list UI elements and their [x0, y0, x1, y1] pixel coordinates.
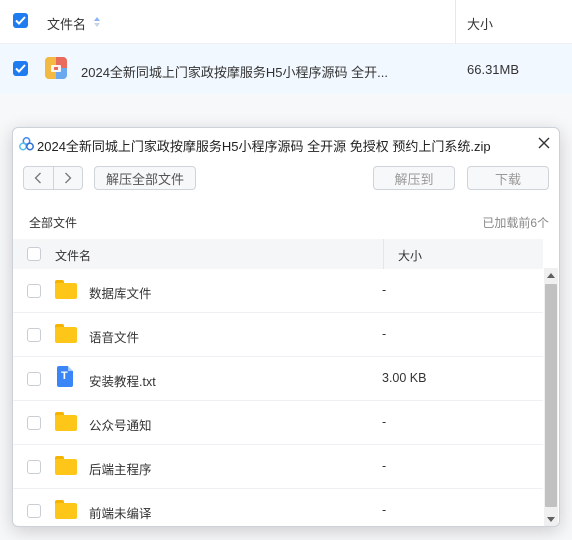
row-checkbox[interactable] — [27, 328, 41, 342]
file-list-header: 文件名 大小 — [0, 0, 572, 44]
text-file-icon: T — [57, 366, 73, 387]
list-item[interactable]: 后端主程序 - — [13, 445, 543, 489]
row-checkbox[interactable] — [27, 416, 41, 430]
history-nav — [23, 166, 83, 190]
file-name: 安装教程.txt — [89, 375, 156, 389]
archive-file-name[interactable]: 2024全新同城上门家政按摩服务H5小程序源码 全开... — [81, 62, 388, 81]
close-icon[interactable] — [537, 136, 551, 150]
folder-icon — [55, 324, 77, 344]
size-column-header[interactable]: 大小 — [467, 14, 493, 33]
dialog-title: 2024全新同城上门家政按摩服务H5小程序源码 全开源 免授权 预约上门系统.z… — [37, 139, 491, 154]
scrollbar-thumb[interactable] — [545, 284, 557, 507]
file-name: 前端未编译 — [89, 507, 152, 521]
file-name: 公众号通知 — [89, 419, 152, 433]
row-checkbox[interactable] — [27, 460, 41, 474]
column-divider — [383, 239, 384, 269]
zip-archive-icon — [45, 57, 67, 79]
extract-to-button[interactable]: 解压到 — [373, 166, 455, 190]
file-size: - — [382, 327, 387, 341]
cloud-logo-icon — [19, 137, 34, 151]
row-checkbox[interactable] — [27, 372, 41, 386]
row-checkbox[interactable] — [13, 61, 28, 76]
file-size: - — [382, 503, 387, 517]
folder-icon — [55, 412, 77, 432]
chevron-right-icon — [65, 172, 72, 184]
file-row-selected[interactable]: 2024全新同城上门家政按摩服务H5小程序源码 全开... 66.31MB — [0, 44, 572, 94]
breadcrumb[interactable]: 全部文件 — [29, 214, 77, 231]
select-all-checkbox[interactable] — [27, 247, 41, 261]
forward-button[interactable] — [52, 167, 82, 189]
arrow-up-icon — [547, 272, 555, 278]
list-item[interactable]: T 安装教程.txt 3.00 KB — [13, 357, 543, 401]
extract-all-button[interactable]: 解压全部文件 — [94, 166, 196, 190]
file-size: - — [382, 283, 387, 297]
file-size: - — [382, 459, 387, 473]
row-checkbox[interactable] — [27, 284, 41, 298]
archive-file-size: 66.31MB — [467, 62, 520, 77]
file-name: 语音文件 — [89, 331, 140, 345]
file-size: 3.00 KB — [382, 371, 427, 385]
list-item[interactable]: 公众号通知 - — [13, 401, 543, 445]
folder-icon — [55, 500, 77, 520]
list-header: 文件名 大小 — [13, 239, 543, 269]
file-size: - — [382, 415, 387, 429]
file-name: 数据库文件 — [89, 287, 152, 301]
archive-file-list: 文件名 大小 数据库文件 - 语音文件 - T 安装教程.txt 3.00 KB… — [13, 239, 559, 526]
download-button[interactable]: 下载 — [467, 166, 549, 190]
scroll-down-button[interactable] — [544, 512, 558, 526]
name-column-header[interactable]: 文件名 — [55, 247, 91, 264]
back-button[interactable] — [24, 167, 53, 189]
name-column-header[interactable]: 文件名 — [47, 14, 86, 33]
list-item[interactable]: 数据库文件 - — [13, 269, 543, 313]
arrow-down-icon — [547, 516, 555, 522]
size-column-header[interactable]: 大小 — [398, 247, 422, 264]
folder-icon — [55, 456, 77, 476]
dialog-title-bar: 2024全新同城上门家政按摩服务H5小程序源码 全开源 免授权 预约上门系统.z… — [13, 128, 559, 160]
folder-icon — [55, 280, 77, 300]
loaded-status: 已加载前6个 — [482, 216, 549, 230]
list-item[interactable]: 语音文件 - — [13, 313, 543, 357]
archive-preview-dialog: 2024全新同城上门家政按摩服务H5小程序源码 全开源 免授权 预约上门系统.z… — [12, 127, 560, 527]
select-all-checkbox[interactable] — [13, 13, 28, 28]
chevron-left-icon — [35, 172, 42, 184]
row-checkbox[interactable] — [27, 504, 41, 518]
scroll-up-button[interactable] — [544, 268, 558, 282]
list-item[interactable]: 前端未编译 - — [13, 489, 543, 526]
file-name: 后端主程序 — [89, 463, 152, 477]
column-divider — [455, 0, 456, 44]
sort-icon[interactable] — [93, 16, 101, 28]
